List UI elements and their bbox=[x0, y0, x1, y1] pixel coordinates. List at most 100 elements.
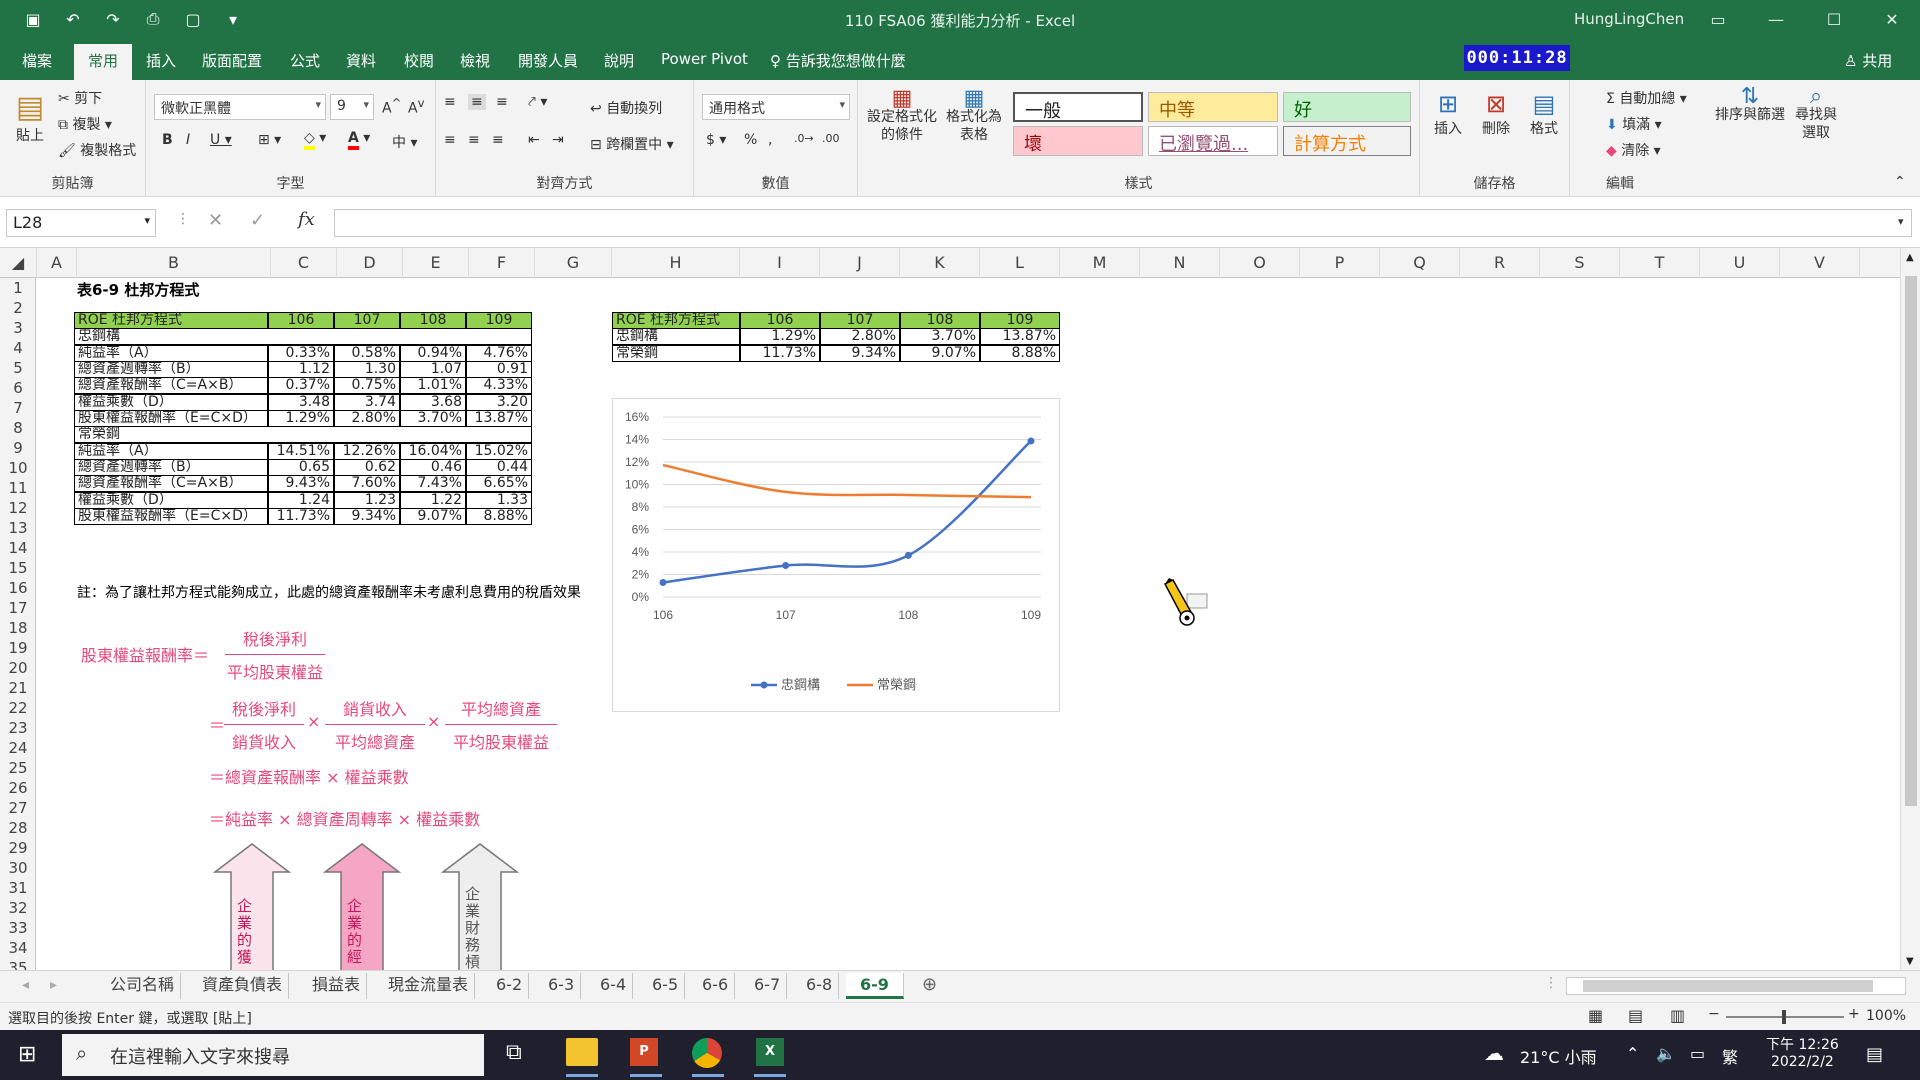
row-header[interactable]: 16 bbox=[0, 578, 36, 598]
align-top-icon[interactable]: ≡ bbox=[444, 94, 456, 110]
font-color-icon[interactable]: A ▾ bbox=[348, 130, 370, 150]
tab-split-icon[interactable]: ⋮ bbox=[1544, 975, 1558, 991]
table-cell[interactable]: 14.51% bbox=[268, 442, 334, 460]
column-header[interactable]: I bbox=[740, 248, 820, 278]
file-explorer-icon[interactable] bbox=[566, 1038, 598, 1066]
table-cell[interactable]: 1.01% bbox=[400, 377, 466, 395]
table-cell[interactable]: 3.20 bbox=[466, 393, 532, 411]
increase-font-icon[interactable]: A^ bbox=[382, 96, 401, 117]
expand-formula-icon[interactable]: ▾ bbox=[1898, 215, 1904, 228]
formula-input[interactable] bbox=[334, 209, 1912, 237]
insert-cells-button[interactable]: ⊞ 插入 bbox=[1428, 90, 1468, 138]
find-select-button[interactable]: ⌕ 尋找與選取 bbox=[1792, 86, 1840, 142]
clock[interactable]: 下午 12:26 2022/2/2 bbox=[1766, 1034, 1839, 1070]
tab-review[interactable]: 校閱 bbox=[404, 50, 434, 71]
tab-developer[interactable]: 開發人員 bbox=[518, 50, 578, 71]
comma-icon[interactable]: , bbox=[768, 132, 772, 148]
column-header[interactable]: K bbox=[900, 248, 980, 278]
table-cell[interactable]: 0.58% bbox=[334, 344, 400, 362]
align-left-icon[interactable]: ≡ bbox=[444, 132, 456, 148]
table-header-cell[interactable]: 107 bbox=[820, 312, 900, 329]
print-preview-icon[interactable]: ⎙ bbox=[142, 8, 164, 30]
row-header[interactable]: 18 bbox=[0, 618, 36, 638]
table-cell[interactable]: 4.33% bbox=[466, 377, 532, 395]
row-header[interactable]: 17 bbox=[0, 598, 36, 618]
decrease-decimal-icon[interactable]: .00 bbox=[822, 132, 840, 145]
table-cell[interactable]: 0.46 bbox=[400, 458, 466, 476]
table-header-cell[interactable]: 109 bbox=[980, 312, 1060, 329]
table-header-cell[interactable]: 106 bbox=[268, 312, 334, 329]
sheet-tab[interactable]: 6-3 bbox=[542, 973, 582, 999]
table-cell[interactable]: 7.60% bbox=[334, 475, 400, 493]
percent-icon[interactable]: % bbox=[744, 132, 757, 148]
delete-cells-button[interactable]: ⊠ 刪除 bbox=[1476, 90, 1516, 138]
column-header[interactable]: J bbox=[820, 248, 900, 278]
tab-power-pivot[interactable]: Power Pivot bbox=[661, 50, 748, 68]
row-header[interactable]: 8 bbox=[0, 418, 36, 438]
sheet-tab[interactable]: 損益表 bbox=[306, 973, 368, 999]
sheet-tab[interactable]: 現金流量表 bbox=[382, 973, 476, 999]
underline-button[interactable]: U ▾ bbox=[210, 132, 232, 148]
insert-function-icon[interactable]: fx bbox=[298, 209, 315, 230]
row-header[interactable]: 19 bbox=[0, 638, 36, 658]
powerpoint-icon[interactable]: P bbox=[630, 1038, 658, 1066]
row-header[interactable]: 28 bbox=[0, 818, 36, 838]
roe-line-chart[interactable]: 0% 2% 4% 6% 8% 10% 12% 14% 16% 106 107 108 109 忠鋼構 常榮鋼 bbox=[612, 398, 1060, 712]
weather-text[interactable]: 21°C 小雨 bbox=[1520, 1044, 1597, 1068]
row-header[interactable]: 5 bbox=[0, 358, 36, 378]
table-cell[interactable]: 1.22 bbox=[400, 491, 466, 509]
column-header[interactable]: T bbox=[1620, 248, 1700, 278]
style-neutral[interactable]: 中等 bbox=[1148, 92, 1278, 122]
network-icon[interactable]: ▭ bbox=[1690, 1044, 1705, 1063]
user-name[interactable]: HungLingChen bbox=[1574, 10, 1684, 28]
sheet-tab[interactable]: 6-8 bbox=[800, 973, 840, 999]
table-cell[interactable]: 股東權益報酬率（E=C×D） bbox=[74, 409, 268, 427]
table-header-cell[interactable]: 108 bbox=[400, 312, 466, 329]
task-view-icon[interactable]: ⧉ bbox=[506, 1040, 522, 1065]
notification-icon[interactable]: ▤ bbox=[1866, 1044, 1883, 1065]
table-cell[interactable]: 11.73% bbox=[268, 507, 334, 525]
table-cell[interactable]: 1.23 bbox=[334, 491, 400, 509]
tab-page-layout[interactable]: 版面配置 bbox=[202, 50, 262, 71]
italic-button[interactable]: I bbox=[186, 132, 190, 148]
table-cell[interactable]: 3.70% bbox=[400, 409, 466, 427]
orientation-icon[interactable]: ⤤ ▾ bbox=[528, 94, 547, 110]
save-icon[interactable]: ▣ bbox=[22, 8, 44, 30]
table-cell[interactable]: 9.43% bbox=[268, 475, 334, 493]
ribbon-display-icon[interactable]: ▭ bbox=[1704, 6, 1732, 34]
table-header-cell[interactable]: 108 bbox=[900, 312, 980, 329]
table-cell[interactable]: 忠鋼構 bbox=[74, 328, 532, 346]
style-normal[interactable]: 一般 bbox=[1013, 92, 1143, 122]
share-button[interactable]: ♙ 共用 bbox=[1844, 50, 1892, 71]
bold-button[interactable]: B bbox=[162, 132, 173, 148]
table-cell[interactable]: 15.02% bbox=[466, 442, 532, 460]
table-cell[interactable]: 9.07% bbox=[900, 344, 980, 362]
table-cell[interactable]: 0.91 bbox=[466, 360, 532, 378]
sheet-tab[interactable]: 公司名稱 bbox=[104, 973, 182, 999]
collapse-ribbon-icon[interactable]: ⌃ bbox=[1894, 174, 1906, 190]
zoom-level[interactable]: 100% bbox=[1866, 1008, 1906, 1024]
row-header[interactable]: 12 bbox=[0, 498, 36, 518]
table-cell[interactable]: 2.80% bbox=[334, 409, 400, 427]
style-followed-hyperlink[interactable]: 已瀏覽過... bbox=[1148, 126, 1278, 156]
table-header-cell[interactable]: ROE 杜邦方程式 bbox=[74, 312, 268, 329]
column-header[interactable]: F bbox=[469, 248, 535, 278]
tab-help[interactable]: 說明 bbox=[604, 50, 634, 71]
table-cell[interactable]: 13.87% bbox=[980, 328, 1060, 346]
table-cell[interactable]: 13.87% bbox=[466, 409, 532, 427]
row-header[interactable]: 24 bbox=[0, 738, 36, 758]
column-header[interactable]: S bbox=[1540, 248, 1620, 278]
table-cell[interactable]: 8.88% bbox=[466, 507, 532, 525]
table-cell[interactable]: 3.68 bbox=[400, 393, 466, 411]
table-cell[interactable]: 總資產報酬率（C=A×B） bbox=[74, 377, 268, 395]
decrease-indent-icon[interactable]: ⇤ bbox=[528, 132, 540, 148]
page-layout-view-icon[interactable]: ▤ bbox=[1628, 1006, 1643, 1025]
style-good[interactable]: 好 bbox=[1283, 92, 1411, 122]
row-header[interactable]: 7 bbox=[0, 398, 36, 418]
page-break-view-icon[interactable]: ▥ bbox=[1670, 1006, 1685, 1025]
row-header[interactable]: 20 bbox=[0, 658, 36, 678]
table-cell[interactable]: 0.44 bbox=[466, 458, 532, 476]
close-button[interactable]: ✕ bbox=[1878, 6, 1906, 34]
row-header[interactable]: 25 bbox=[0, 758, 36, 778]
column-header[interactable]: H bbox=[612, 248, 740, 278]
